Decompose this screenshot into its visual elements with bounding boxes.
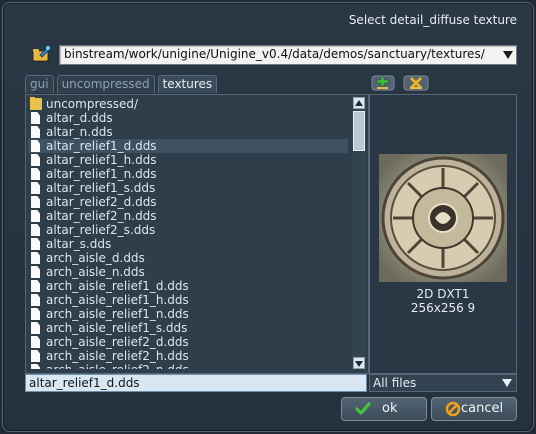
filename-text: altar_relief1_d.dds (29, 376, 140, 390)
scroll-thumb[interactable] (353, 111, 365, 151)
folder-tabs: gui uncompressed textures (25, 75, 218, 94)
file-row[interactable]: arch_aisle_relief1_s.dds (28, 321, 348, 335)
tab-uncompressed[interactable]: uncompressed (56, 75, 155, 93)
ok-label: ok (382, 401, 398, 416)
filter-dropdown-arrow-icon[interactable] (502, 379, 512, 387)
file-icon (31, 294, 40, 306)
file-dialog: Select detail_diffuse texture binstream/… (2, 2, 534, 432)
file-row[interactable]: arch_aisle_relief1_h.dds (28, 293, 348, 307)
filter-label: All files (373, 376, 417, 390)
file-name: arch_aisle_relief1_h.dds (46, 293, 189, 307)
remove-bookmark-button[interactable] (403, 75, 429, 91)
file-row[interactable]: altar_s.dds (28, 237, 348, 251)
file-name: altar_relief2_s.dds (46, 223, 156, 237)
scroll-down-icon[interactable] (353, 357, 365, 369)
folder-row[interactable]: uncompressed/ (28, 97, 348, 111)
file-row[interactable]: altar_n.dds (28, 125, 348, 139)
folder-browse-icon[interactable] (30, 44, 52, 64)
folder-icon (30, 97, 42, 110)
file-row[interactable]: arch_aisle_relief1_n.dds (28, 307, 348, 321)
ok-button[interactable]: ok (341, 397, 427, 421)
file-icon (31, 252, 40, 264)
cancel-icon (445, 401, 461, 417)
file-filter-dropdown[interactable]: All files (369, 374, 517, 392)
file-name: arch_aisle_n.dds (46, 265, 145, 279)
file-name: arch_aisle_d.dds (46, 251, 145, 265)
file-name: altar_relief1_d.dds (46, 139, 157, 153)
filename-input[interactable]: altar_relief1_d.dds (25, 374, 367, 392)
file-icon (31, 350, 40, 362)
file-icon (31, 168, 40, 180)
file-name: arch_aisle_relief1_d.dds (46, 279, 189, 293)
texture-thumbnail (379, 154, 507, 282)
file-list-panel: uncompressed/altar_d.dds altar_n.dds altar… (25, 94, 369, 374)
file-name: arch_aisle_relief2_d.dds (46, 335, 189, 349)
path-text: binstream/work/unigine/Unigine_v0.4/data… (64, 47, 485, 61)
file-name: altar_relief1_s.dds (46, 181, 156, 195)
file-icon (31, 280, 40, 292)
file-icon (31, 210, 40, 222)
file-icon (31, 182, 40, 194)
file-icon (31, 140, 40, 152)
file-row[interactable]: altar_relief1_d.dds (28, 139, 348, 153)
path-dropdown-arrow-icon[interactable] (503, 51, 513, 59)
file-row[interactable]: arch_aisle_relief2_n.dds (28, 363, 348, 369)
texture-dimensions: 256x256 9 (410, 301, 476, 315)
file-icon (31, 336, 40, 348)
file-row[interactable]: altar_relief1_h.dds (28, 153, 348, 167)
check-icon (355, 402, 371, 415)
file-name: altar_relief1_n.dds (46, 167, 157, 181)
scroll-up-icon[interactable] (353, 97, 365, 109)
file-name: altar_relief1_h.dds (46, 153, 157, 167)
file-name: arch_aisle_relief1_s.dds (46, 321, 188, 335)
file-name: altar_relief2_n.dds (46, 209, 157, 223)
file-row[interactable]: arch_aisle_d.dds (28, 251, 348, 265)
file-row[interactable]: altar_d.dds (28, 111, 348, 125)
file-row[interactable]: arch_aisle_relief2_d.dds (28, 335, 348, 349)
file-row[interactable]: altar_relief2_s.dds (28, 223, 348, 237)
file-icon (31, 112, 40, 124)
file-icon (31, 322, 40, 334)
file-icon (31, 196, 40, 208)
file-row[interactable]: altar_relief1_s.dds (28, 181, 348, 195)
file-icon (31, 238, 40, 250)
path-combobox[interactable]: binstream/work/unigine/Unigine_v0.4/data… (59, 45, 517, 65)
file-list[interactable]: uncompressed/altar_d.dds altar_n.dds altar… (28, 97, 348, 369)
file-name: altar_s.dds (46, 237, 112, 251)
file-row[interactable]: arch_aisle_relief2_h.dds (28, 349, 348, 363)
tab-textures[interactable]: textures (157, 75, 218, 93)
cancel-button[interactable]: cancel (431, 397, 517, 421)
file-row[interactable]: altar_relief2_n.dds (28, 209, 348, 223)
file-icon (31, 364, 40, 369)
file-row[interactable]: altar_relief1_n.dds (28, 167, 348, 181)
texture-format: 2D DXT1 (416, 287, 470, 301)
file-icon (31, 266, 40, 278)
remove-icon (403, 75, 429, 91)
add-bookmark-button[interactable] (371, 75, 395, 91)
file-name: arch_aisle_relief1_n.dds (46, 307, 189, 321)
file-row[interactable]: arch_aisle_n.dds (28, 265, 348, 279)
file-name: altar_relief2_d.dds (46, 195, 157, 209)
dialog-title: Select detail_diffuse texture (348, 13, 517, 27)
add-icon (371, 75, 395, 91)
file-name: uncompressed/ (46, 97, 139, 111)
file-row[interactable]: altar_relief2_d.dds (28, 195, 348, 209)
file-list-scrollbar[interactable] (352, 97, 366, 369)
file-row[interactable]: arch_aisle_relief1_d.dds (28, 279, 348, 293)
file-icon (31, 126, 40, 138)
file-name: altar_n.dds (46, 125, 113, 139)
preview-panel: 2D DXT1 256x256 9 (369, 94, 517, 374)
file-name: arch_aisle_relief2_n.dds (46, 363, 189, 369)
file-name: altar_d.dds (46, 111, 113, 125)
file-icon (31, 308, 40, 320)
cancel-label: cancel (461, 401, 504, 416)
file-name: arch_aisle_relief2_h.dds (46, 349, 189, 363)
file-icon (31, 224, 40, 236)
file-icon (31, 154, 40, 166)
tab-gui[interactable]: gui (25, 75, 54, 93)
